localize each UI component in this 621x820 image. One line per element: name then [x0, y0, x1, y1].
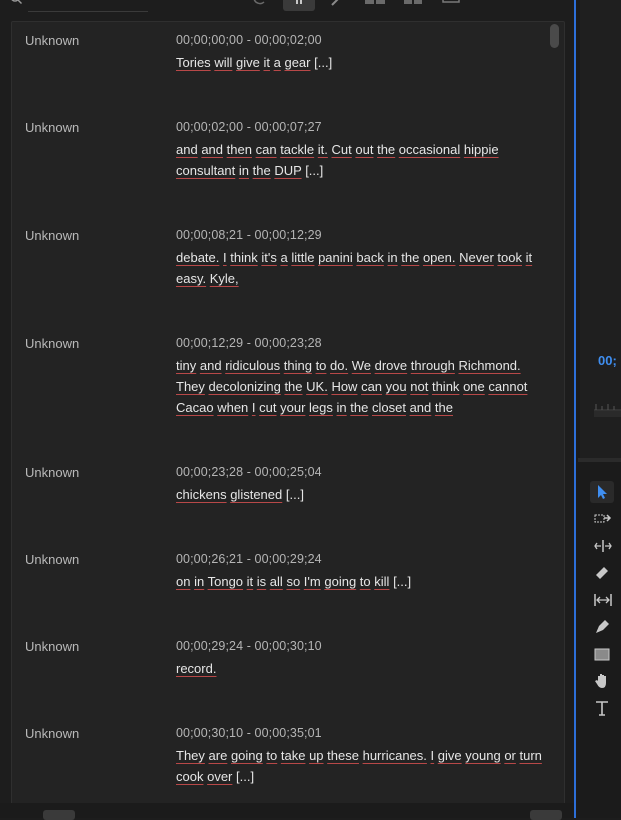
footer-right-button[interactable] [530, 810, 562, 820]
sync-icon[interactable] [251, 0, 267, 6]
type-icon [596, 701, 608, 716]
slip-tool[interactable] [590, 589, 614, 611]
footer-left-button[interactable] [43, 810, 75, 820]
speaker-label[interactable]: Unknown [25, 552, 79, 567]
hand-tool[interactable] [590, 670, 614, 692]
timecode: 00;00;12;29 - 00;00;23;28 [176, 336, 322, 350]
merge-icon[interactable] [403, 0, 423, 6]
speaker-label[interactable]: Unknown [25, 465, 79, 480]
slip-icon [594, 594, 612, 606]
razor-icon [596, 567, 608, 579]
timecode: 00;00;30;10 - 00;00;35;01 [176, 726, 322, 740]
speaker-label[interactable]: Unknown [25, 336, 79, 351]
timeline-ruler[interactable] [594, 398, 621, 418]
transcript-panel: Unknown 00;00;00;00 - 00;00;02;00 Tories… [11, 21, 565, 805]
search-icon[interactable] [10, 0, 22, 4]
pause-button[interactable] [283, 0, 315, 11]
speaker-label[interactable]: Unknown [25, 120, 79, 135]
scrollbar[interactable] [550, 24, 559, 48]
transcript-text[interactable]: chickens glistened [...] [176, 484, 548, 505]
timecode: 00;00;23;28 - 00;00;25;04 [176, 465, 322, 479]
transcript-text[interactable]: debate. I think it's a little panini bac… [176, 247, 548, 289]
speaker-label[interactable]: Unknown [25, 228, 79, 243]
caption-icon[interactable] [442, 0, 460, 6]
speaker-label[interactable]: Unknown [25, 726, 79, 741]
timecode: 00;00;29;24 - 00;00;30;10 [176, 639, 322, 653]
pen-icon [596, 620, 609, 633]
ripple-edit-tool[interactable] [590, 535, 614, 557]
speaker-label[interactable]: Unknown [25, 639, 79, 654]
razor-tool[interactable] [590, 562, 614, 584]
panel-footer [0, 803, 575, 818]
timecode: 00;00;08;21 - 00;00;12;29 [176, 228, 322, 242]
transcript-text[interactable]: They are going to take up these hurrican… [176, 745, 548, 787]
pen-edit-icon[interactable] [328, 0, 344, 6]
arrow-select-icon [598, 485, 607, 499]
speaker-label[interactable]: Unknown [25, 33, 79, 48]
transcript-text[interactable]: Tories will give it a gear [...] [176, 52, 548, 73]
track-select-icon [594, 514, 612, 523]
rectangle-icon [594, 648, 610, 661]
transcript-text[interactable]: and and then can tackle it. Cut out the … [176, 139, 548, 181]
timecode: 00;00;26;21 - 00;00;29;24 [176, 552, 322, 566]
transcript-text[interactable]: on in Tongo it is all so I'm going to ki… [176, 571, 548, 592]
transcript-toolbar [0, 0, 575, 18]
transcript-text[interactable]: tiny and ridiculous thing to do. We drov… [176, 355, 548, 418]
track-select-tool[interactable] [590, 508, 614, 530]
hand-icon [595, 674, 606, 688]
program-monitor [580, 0, 621, 458]
selection-tool[interactable] [590, 481, 614, 503]
ripple-edit-icon [594, 540, 612, 552]
search-input[interactable] [28, 11, 148, 12]
pause-icon [296, 0, 302, 4]
pen-tool[interactable] [590, 616, 614, 638]
type-tool[interactable] [590, 697, 614, 719]
rectangle-tool[interactable] [590, 643, 614, 665]
timecode: 00;00;02;00 - 00;00;07;27 [176, 120, 322, 134]
panel-divider[interactable] [578, 458, 621, 462]
transcript-text[interactable]: record. [176, 658, 548, 679]
timecode: 00;00;00;00 - 00;00;02;00 [176, 33, 322, 47]
playhead-timecode[interactable]: 00; [598, 353, 617, 368]
split-view-icon[interactable] [364, 0, 386, 6]
